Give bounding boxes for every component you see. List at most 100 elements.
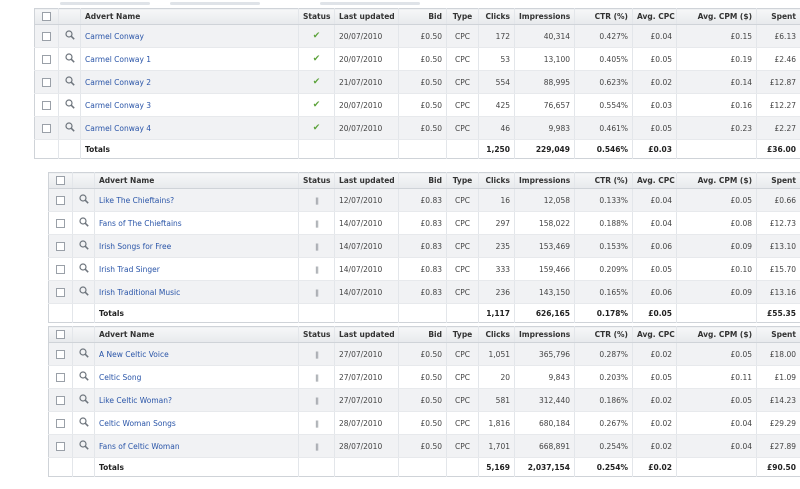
advert-name-link[interactable]: Celtic Song	[99, 373, 141, 382]
advert-name-link[interactable]: Irish Songs for Free	[99, 242, 171, 251]
paused-icon[interactable]: ||	[315, 289, 319, 297]
advert-name-link[interactable]: Irish Trad Singer	[99, 265, 160, 274]
top-tab[interactable]	[320, 2, 420, 5]
row-checkbox[interactable]	[34, 70, 59, 94]
header-clicks[interactable]: Clicks	[478, 8, 515, 25]
select-all-checkbox[interactable]	[48, 172, 73, 189]
row-checkbox[interactable]	[48, 257, 73, 281]
magnifier-icon[interactable]	[72, 411, 95, 435]
active-check-icon[interactable]: ✔	[313, 100, 321, 110]
paused-icon[interactable]: ||	[315, 220, 319, 228]
header-clicks[interactable]: Clicks	[478, 326, 515, 343]
advert-name-link[interactable]: Fans of The Chieftains	[99, 219, 182, 228]
header-advert-name[interactable]: Advert Name	[94, 172, 299, 189]
magnifier-icon[interactable]	[72, 211, 95, 235]
header-avg-cpm[interactable]: Avg. CPM ($)	[676, 8, 757, 25]
header-bid[interactable]: Bid	[398, 172, 447, 189]
header-last-updated[interactable]: Last updated	[334, 172, 399, 189]
header-status[interactable]: Status	[298, 8, 335, 25]
header-avg-cpc[interactable]: Avg. CPC	[632, 8, 677, 25]
paused-icon[interactable]: ||	[315, 420, 319, 428]
header-spent[interactable]: Spent	[756, 172, 800, 189]
top-tab[interactable]	[170, 2, 260, 5]
magnifier-icon[interactable]	[72, 434, 95, 458]
paused-icon[interactable]: ||	[315, 397, 319, 405]
magnifier-icon[interactable]	[72, 280, 95, 304]
header-ctr[interactable]: CTR (%)	[574, 8, 633, 25]
table-row[interactable]: Irish Trad Singer || 14/07/2010 £0.83 CPC 333…	[48, 257, 800, 281]
row-checkbox[interactable]	[34, 47, 59, 71]
active-check-icon[interactable]: ✔	[313, 123, 321, 133]
header-impressions[interactable]: Impressions	[514, 172, 575, 189]
header-impressions[interactable]: Impressions	[514, 8, 575, 25]
row-checkbox[interactable]	[48, 388, 73, 412]
paused-icon[interactable]: ||	[315, 443, 319, 451]
row-checkbox[interactable]	[48, 365, 73, 389]
header-ctr[interactable]: CTR (%)	[574, 172, 633, 189]
paused-icon[interactable]: ||	[315, 351, 319, 359]
header-spent[interactable]: Spent	[756, 326, 800, 343]
table-row[interactable]: Irish Traditional Music || 14/07/2010 £0.83…	[48, 280, 800, 304]
header-status[interactable]: Status	[298, 326, 335, 343]
advert-name-link[interactable]: Carmel Conway 1	[85, 55, 151, 64]
header-impressions[interactable]: Impressions	[514, 326, 575, 343]
advert-name-link[interactable]: Carmel Conway	[85, 32, 144, 41]
active-check-icon[interactable]: ✔	[313, 54, 321, 64]
magnifier-icon[interactable]	[58, 24, 81, 48]
row-checkbox[interactable]	[48, 280, 73, 304]
row-checkbox[interactable]	[48, 434, 73, 458]
table-row[interactable]: A New Celtic Voice || 27/07/2010 £0.50 CPC 1,…	[48, 342, 800, 366]
magnifier-icon[interactable]	[58, 70, 81, 94]
paused-icon[interactable]: ||	[315, 197, 319, 205]
row-checkbox[interactable]	[48, 342, 73, 366]
row-checkbox[interactable]	[48, 188, 73, 212]
row-checkbox[interactable]	[34, 116, 59, 140]
table-row[interactable]: Like Celtic Woman? || 27/07/2010 £0.50 CPC 58…	[48, 388, 800, 412]
table-row[interactable]: Celtic Song || 27/07/2010 £0.50 CPC 20 9,843 0.…	[48, 365, 800, 389]
top-tab[interactable]	[60, 2, 150, 5]
table-row[interactable]: Carmel Conway 1 ✔ 20/07/2010 £0.50 CPC 53 13,1…	[34, 47, 800, 71]
table-row[interactable]: Celtic Woman Songs || 28/07/2010 £0.50 CPC 1,…	[48, 411, 800, 435]
paused-icon[interactable]: ||	[315, 266, 319, 274]
magnifier-icon[interactable]	[72, 365, 95, 389]
row-checkbox[interactable]	[34, 93, 59, 117]
advert-name-link[interactable]: Carmel Conway 3	[85, 101, 151, 110]
advert-name-link[interactable]: Like Celtic Woman?	[99, 396, 172, 405]
magnifier-icon[interactable]	[72, 388, 95, 412]
header-avg-cpm[interactable]: Avg. CPM ($)	[676, 326, 757, 343]
table-row[interactable]: Like The Chieftains? || 12/07/2010 £0.83 CPC…	[48, 188, 800, 212]
header-avg-cpc[interactable]: Avg. CPC	[632, 172, 677, 189]
header-avg-cpm[interactable]: Avg. CPM ($)	[676, 172, 757, 189]
advert-name-link[interactable]: Irish Traditional Music	[99, 288, 180, 297]
advert-name-link[interactable]: Fans of Celtic Woman	[99, 442, 180, 451]
magnifier-icon[interactable]	[58, 116, 81, 140]
advert-name-link[interactable]: Carmel Conway 2	[85, 78, 151, 87]
magnifier-icon[interactable]	[72, 257, 95, 281]
advert-name-link[interactable]: Celtic Woman Songs	[99, 419, 176, 428]
table-row[interactable]: Carmel Conway 2 ✔ 21/07/2010 £0.50 CPC 554 88,…	[34, 70, 800, 94]
header-ctr[interactable]: CTR (%)	[574, 326, 633, 343]
header-type[interactable]: Type	[446, 8, 479, 25]
row-checkbox[interactable]	[48, 234, 73, 258]
select-all-checkbox[interactable]	[48, 326, 73, 343]
magnifier-icon[interactable]	[58, 93, 81, 117]
header-avg-cpc[interactable]: Avg. CPC	[632, 326, 677, 343]
advert-name-link[interactable]: Carmel Conway 4	[85, 124, 151, 133]
table-row[interactable]: Fans of The Chieftains || 14/07/2010 £0.83 C…	[48, 211, 800, 235]
header-last-updated[interactable]: Last updated	[334, 8, 399, 25]
header-bid[interactable]: Bid	[398, 8, 447, 25]
magnifier-icon[interactable]	[58, 47, 81, 71]
header-status[interactable]: Status	[298, 172, 335, 189]
header-spent[interactable]: Spent	[756, 8, 800, 25]
active-check-icon[interactable]: ✔	[313, 77, 321, 87]
header-type[interactable]: Type	[446, 172, 479, 189]
header-type[interactable]: Type	[446, 326, 479, 343]
table-row[interactable]: Irish Songs for Free || 14/07/2010 £0.83 CPC…	[48, 234, 800, 258]
table-row[interactable]: Carmel Conway ✔ 20/07/2010 £0.50 CPC 172 40,31…	[34, 24, 800, 48]
header-last-updated[interactable]: Last updated	[334, 326, 399, 343]
paused-icon[interactable]: ||	[315, 374, 319, 382]
table-row[interactable]: Carmel Conway 4 ✔ 20/07/2010 £0.50 CPC 46 9,98…	[34, 116, 800, 140]
active-check-icon[interactable]: ✔	[313, 31, 321, 41]
header-clicks[interactable]: Clicks	[478, 172, 515, 189]
paused-icon[interactable]: ||	[315, 243, 319, 251]
